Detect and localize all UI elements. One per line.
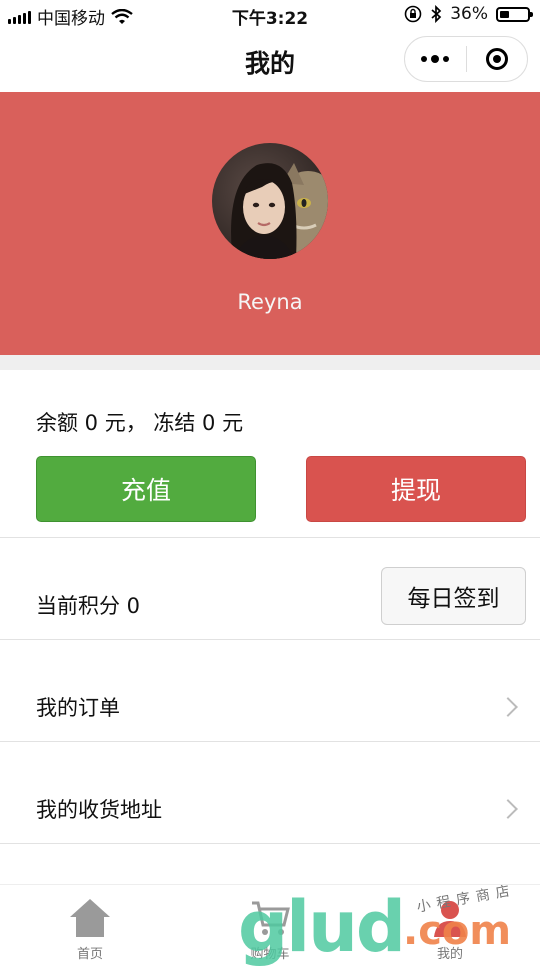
- points-text: 当前积分 0: [36, 594, 141, 618]
- chevron-right-icon: [498, 697, 518, 717]
- divider: [0, 843, 540, 844]
- menu-item-label: 我的订单: [36, 696, 120, 720]
- more-icon[interactable]: [405, 54, 466, 63]
- tab-home[interactable]: 首页: [0, 885, 180, 962]
- status-right: 36%: [404, 4, 533, 24]
- bluetooth-icon: [431, 5, 442, 23]
- menu-item-orders[interactable]: 我的订单: [0, 640, 540, 741]
- battery-icon: [496, 6, 533, 22]
- tab-profile[interactable]: 我的: [360, 885, 540, 962]
- mini-program-capsule: [404, 36, 528, 82]
- menu-item-address[interactable]: 我的收货地址: [0, 742, 540, 843]
- battery-percent: 36%: [450, 4, 488, 24]
- withdraw-button[interactable]: 提现: [306, 456, 526, 522]
- daily-checkin-button[interactable]: 每日签到: [381, 567, 526, 625]
- status-bar: 中国移动 下午3:22 36%: [0, 0, 540, 30]
- chevron-right-icon: [498, 799, 518, 819]
- tab-label: 我的: [436, 947, 463, 962]
- cart-icon: [252, 901, 290, 935]
- avatar[interactable]: [212, 143, 328, 259]
- home-icon: [70, 899, 110, 937]
- nav-bar: 我的: [0, 30, 540, 92]
- recharge-button[interactable]: 充值: [36, 456, 256, 522]
- profile-icon: [434, 901, 466, 937]
- username: Reyna: [237, 290, 303, 314]
- orientation-lock-icon: [404, 5, 422, 23]
- menu-item-label: 我的收货地址: [36, 798, 162, 822]
- close-target-icon[interactable]: [466, 48, 527, 70]
- tab-label: 首页: [76, 947, 103, 962]
- tab-label: 购物车: [250, 947, 290, 962]
- tab-cart[interactable]: 购物车: [180, 885, 360, 962]
- balance-text: 余额 0 元， 冻结 0 元: [36, 411, 244, 435]
- divider: [0, 537, 540, 538]
- section-spacer: [0, 355, 540, 370]
- profile-header: Reyna: [0, 92, 540, 355]
- tab-bar: 首页 购物车 我的: [0, 884, 540, 962]
